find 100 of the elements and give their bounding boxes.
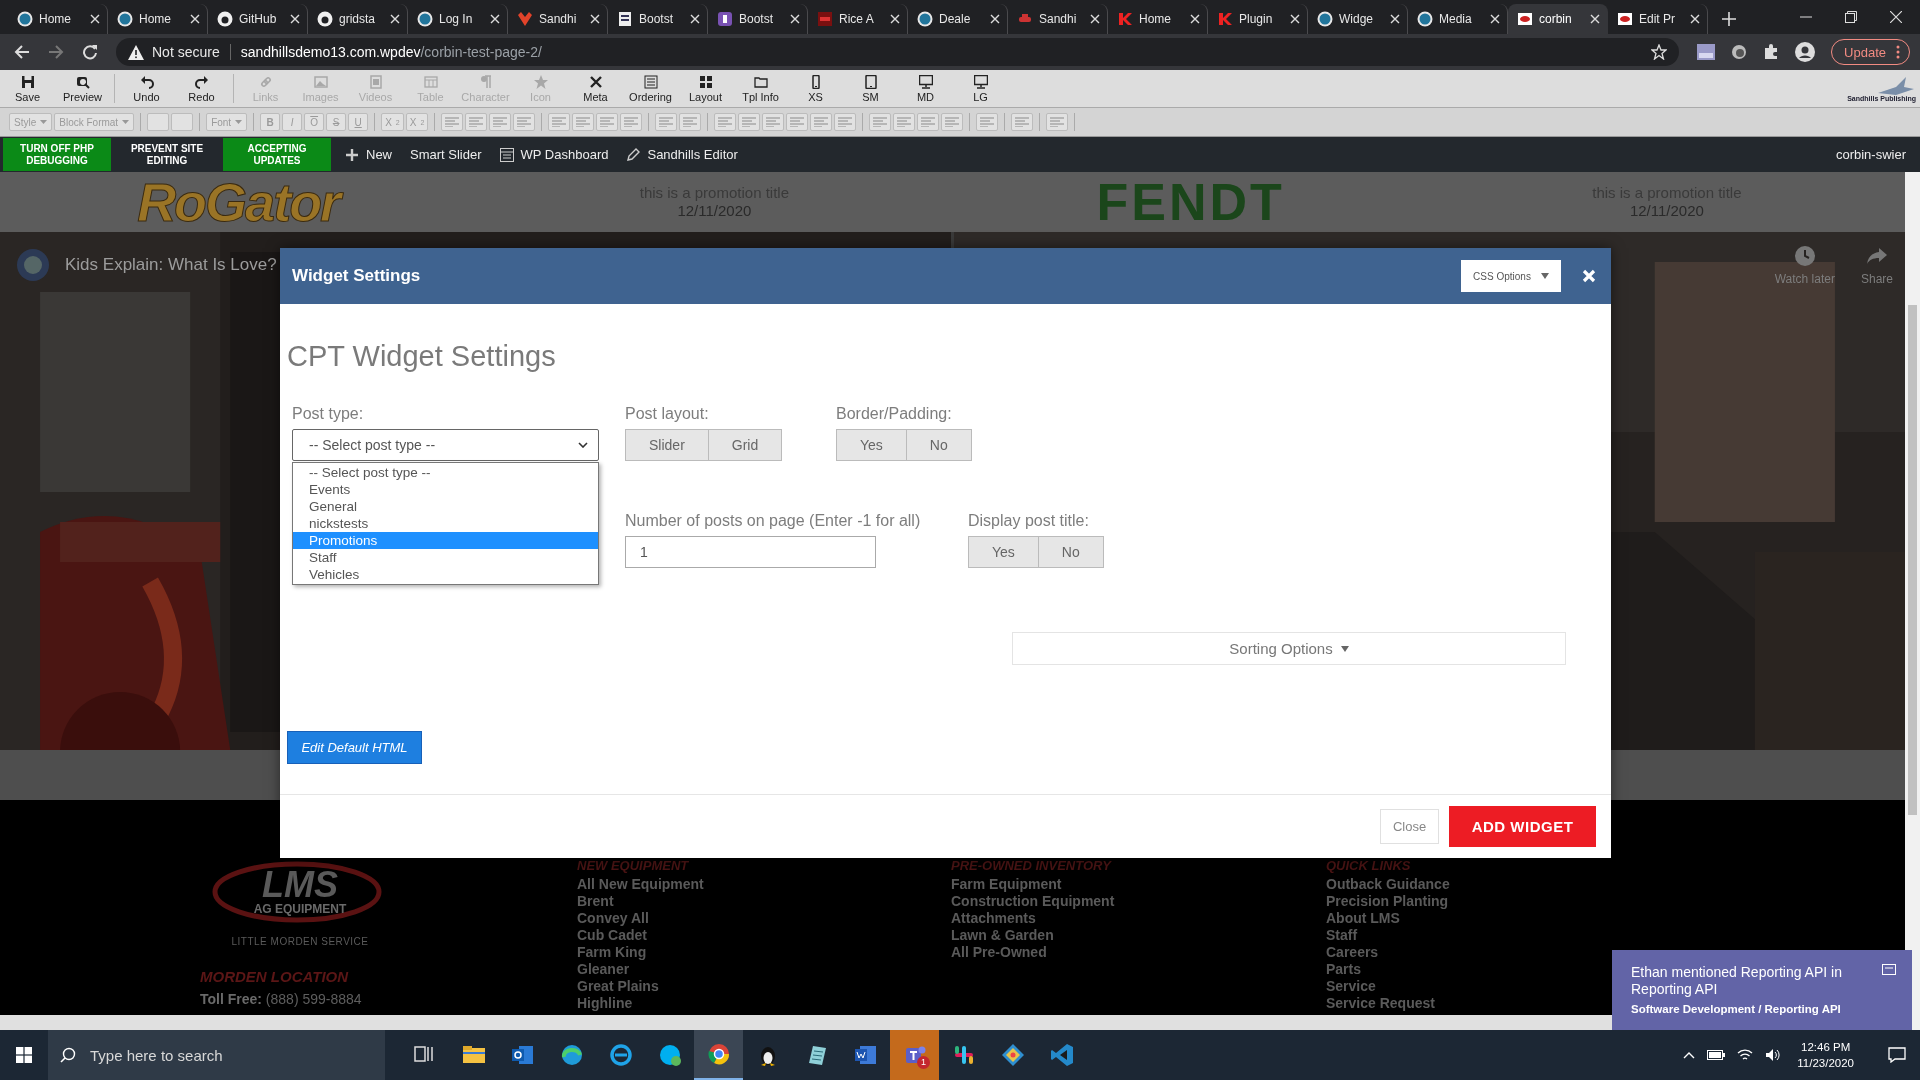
close-icon[interactable] bbox=[390, 14, 400, 24]
footer-link[interactable]: All New Equipment bbox=[577, 876, 951, 893]
taskbar-app[interactable]: 1 bbox=[890, 1030, 939, 1080]
toggle-option[interactable]: Yes bbox=[836, 429, 907, 461]
toolbar-button[interactable]: SM bbox=[843, 70, 898, 107]
close-icon[interactable] bbox=[1890, 11, 1902, 23]
toolbar-button[interactable]: XS bbox=[788, 70, 843, 107]
close-icon[interactable] bbox=[1190, 14, 1200, 24]
clock-date[interactable]: 11/23/2020 bbox=[1797, 1055, 1854, 1071]
dropdown-option[interactable]: Promotions bbox=[293, 532, 598, 549]
video-title[interactable]: Kids Explain: What Is Love? bbox=[65, 255, 277, 275]
footer-link[interactable]: Construction Equipment bbox=[951, 893, 1326, 910]
toggle-option[interactable]: No bbox=[1038, 536, 1104, 568]
admin-link[interactable]: Sandhills Editor bbox=[626, 147, 738, 162]
restore-icon[interactable] bbox=[1845, 11, 1857, 23]
footer-link[interactable]: Staff bbox=[1326, 927, 1905, 944]
close-icon[interactable] bbox=[1390, 14, 1400, 24]
close-icon[interactable] bbox=[1590, 14, 1600, 24]
close-icon[interactable] bbox=[490, 14, 500, 24]
notifications-icon[interactable] bbox=[1888, 1047, 1906, 1063]
footer-link[interactable]: Gleaner bbox=[577, 961, 951, 978]
close-icon[interactable] bbox=[1290, 14, 1300, 24]
reload-icon[interactable] bbox=[82, 44, 98, 60]
toolbar-button[interactable]: Layout bbox=[678, 70, 733, 107]
address-field[interactable]: Not secure sandhillsdemo13.com.wpdev/corbin-test-page-2/ bbox=[116, 38, 1680, 66]
close-icon[interactable] bbox=[690, 14, 700, 24]
toggle-option[interactable]: Slider bbox=[625, 429, 709, 461]
close-icon[interactable] bbox=[790, 14, 800, 24]
color-button[interactable] bbox=[171, 113, 194, 131]
admin-link[interactable]: WP Dashboard bbox=[499, 147, 609, 162]
close-icon[interactable] bbox=[590, 14, 600, 24]
star-icon[interactable] bbox=[1651, 44, 1668, 60]
scrollbar[interactable] bbox=[1905, 172, 1920, 1030]
toggle-option[interactable]: Yes bbox=[968, 536, 1039, 568]
video-action-button[interactable]: Watch later bbox=[1774, 244, 1835, 286]
toolbar-button[interactable]: Undo bbox=[119, 70, 174, 107]
footer-link[interactable]: Attachments bbox=[951, 910, 1326, 927]
dropdown-option[interactable]: Events bbox=[293, 481, 598, 498]
dropdown-option[interactable]: Staff bbox=[293, 549, 598, 566]
new-tab-icon[interactable] bbox=[1722, 12, 1736, 26]
clock-time[interactable]: 12:46 PM bbox=[1797, 1039, 1854, 1055]
toolbar-button[interactable]: MD bbox=[898, 70, 953, 107]
close-icon[interactable] bbox=[890, 14, 900, 24]
toolbar-button[interactable]: Save bbox=[0, 70, 55, 107]
close-button[interactable]: Close bbox=[1380, 809, 1439, 844]
close-icon[interactable] bbox=[90, 14, 100, 24]
admin-link[interactable]: Smart Slider bbox=[410, 147, 482, 162]
admin-link[interactable]: New bbox=[345, 147, 392, 162]
close-icon[interactable] bbox=[1090, 14, 1100, 24]
close-icon[interactable] bbox=[190, 14, 200, 24]
browser-tab[interactable]: corbin bbox=[1508, 4, 1608, 34]
toggle-option[interactable]: No bbox=[906, 429, 972, 461]
close-icon[interactable] bbox=[1490, 14, 1500, 24]
extension-icon[interactable] bbox=[1731, 44, 1748, 60]
toolbar-button[interactable]: Preview bbox=[55, 70, 110, 107]
footer-link[interactable]: Outback Guidance bbox=[1326, 876, 1905, 893]
toolbar-button[interactable]: LG bbox=[953, 70, 1008, 107]
footer-link[interactable]: Lawn & Garden bbox=[951, 927, 1326, 944]
dropdown-option[interactable]: General bbox=[293, 498, 598, 515]
puzzle-icon[interactable] bbox=[1763, 44, 1780, 60]
posts-count-field[interactable]: 1 bbox=[625, 536, 876, 568]
footer-link[interactable]: Farm Equipment bbox=[951, 876, 1326, 893]
close-icon[interactable] bbox=[290, 14, 300, 24]
dropdown-option[interactable]: nickstests bbox=[293, 515, 598, 532]
extension-icon[interactable] bbox=[1697, 44, 1716, 60]
speaker-icon[interactable] bbox=[1765, 1048, 1782, 1062]
toolbar-button[interactable]: Meta bbox=[568, 70, 623, 107]
footer-link[interactable]: Cub Cadet bbox=[577, 927, 951, 944]
search-field[interactable]: Type here to search bbox=[48, 1030, 385, 1080]
toggle-button[interactable]: TURN OFF PHP DEBUGGING bbox=[3, 138, 111, 171]
video-action-button[interactable]: Share bbox=[1860, 244, 1893, 286]
close-icon[interactable] bbox=[1690, 14, 1700, 24]
battery-icon[interactable] bbox=[1707, 1050, 1726, 1060]
chevron-up-icon[interactable] bbox=[1683, 1051, 1696, 1059]
dropdown-option[interactable]: Vehicles bbox=[293, 566, 598, 583]
post-type-select[interactable]: -- Select post type -- bbox=[292, 429, 599, 461]
toolbar-button[interactable]: Redo bbox=[174, 70, 229, 107]
close-icon[interactable] bbox=[990, 14, 1000, 24]
toolbar-button[interactable]: Tpl Info bbox=[733, 70, 788, 107]
footer-link[interactable]: All Pre-Owned bbox=[951, 944, 1326, 961]
add-widget-button[interactable]: ADD WIDGET bbox=[1449, 806, 1596, 847]
toggle-button[interactable]: ACCEPTING UPDATES bbox=[223, 138, 331, 171]
footer-link[interactable]: Brent bbox=[577, 893, 951, 910]
footer-link[interactable]: Precision Planting bbox=[1326, 893, 1905, 910]
footer-link[interactable]: Farm King bbox=[577, 944, 951, 961]
dropdown-option[interactable]: -- Select post type -- bbox=[293, 464, 598, 481]
color-button[interactable] bbox=[147, 113, 170, 131]
css-options-dropdown[interactable]: CSS Options bbox=[1461, 260, 1561, 292]
forward-icon[interactable] bbox=[48, 44, 64, 60]
sorting-options-toggle[interactable]: Sorting Options bbox=[1012, 632, 1566, 665]
footer-link[interactable]: Highline bbox=[577, 995, 951, 1012]
toolbar-button[interactable]: Ordering bbox=[623, 70, 678, 107]
notification-toast[interactable]: Ethan mentioned Reporting API in Reporting API Software Development / Reporting API bbox=[1612, 950, 1912, 1030]
edit-html-button[interactable]: Edit Default HTML bbox=[287, 731, 422, 764]
user-link[interactable]: corbin-swier bbox=[1835, 147, 1906, 162]
footer-link[interactable]: About LMS bbox=[1326, 910, 1905, 927]
wifi-icon[interactable] bbox=[1737, 1048, 1754, 1062]
footer-link[interactable]: Convey All bbox=[577, 910, 951, 927]
scrollbar-thumb[interactable] bbox=[1908, 305, 1917, 815]
footer-link[interactable]: Great Plains bbox=[577, 978, 951, 995]
